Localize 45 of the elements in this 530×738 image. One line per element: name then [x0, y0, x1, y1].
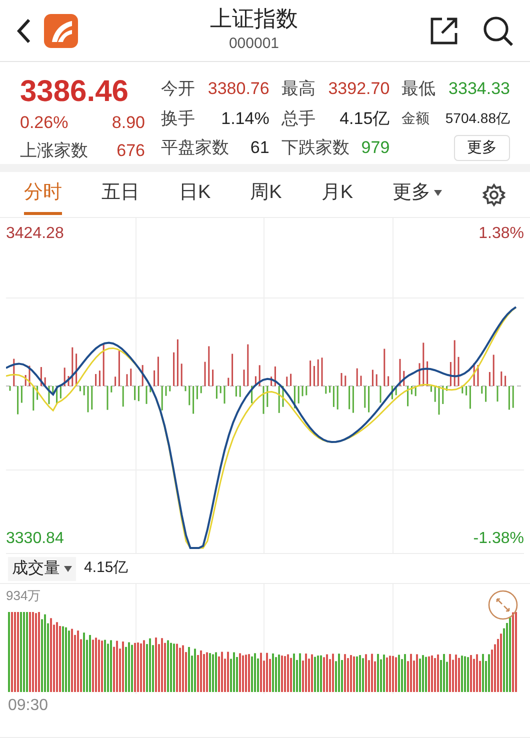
back-icon[interactable]	[16, 18, 32, 44]
stat-label: 最高	[281, 78, 316, 100]
stat-value: 3380.76	[208, 78, 270, 100]
search-icon[interactable]	[482, 14, 514, 46]
period-tab[interactable]: 分时	[24, 174, 62, 214]
more-button[interactable]: 更多	[454, 135, 510, 161]
dropdown-caret-icon	[64, 566, 72, 572]
dropdown-caret-icon	[434, 190, 442, 196]
stat-value: 1.14%	[221, 108, 270, 130]
period-tab[interactable]: 月K	[321, 174, 353, 214]
change-percent: 0.26%	[20, 112, 68, 134]
share-icon[interactable]	[430, 16, 458, 44]
change-amount: 8.90	[112, 112, 145, 134]
page-title: 上证指数	[210, 5, 298, 34]
stat-label: 上涨家数	[20, 140, 88, 162]
stat-value: 3334.33	[448, 78, 510, 100]
stat-value: 4.15亿	[340, 108, 390, 130]
volume-total: 4.15亿	[84, 558, 128, 578]
stat-value: 979	[361, 137, 390, 160]
app-logo-icon	[44, 14, 78, 48]
stat-value: 676	[116, 140, 145, 162]
stat-label: 今开	[161, 78, 195, 100]
period-tab[interactable]: 日K	[178, 174, 211, 214]
axis-high-price: 3424.28	[6, 224, 64, 244]
stat-value: 5704.88亿	[445, 108, 510, 128]
expand-icon[interactable]	[488, 590, 518, 620]
axis-high-percent: 1.38%	[478, 224, 524, 244]
settings-icon[interactable]	[482, 182, 506, 206]
index-code: 000001	[228, 34, 280, 54]
stat-label: 最低	[402, 78, 436, 100]
time-start-label: 09:30	[8, 697, 48, 714]
period-tab[interactable]: 周K	[250, 174, 282, 214]
stat-value: 61	[250, 137, 270, 160]
stat-label: 换手	[161, 108, 195, 130]
stat-label: 总手	[281, 108, 316, 130]
period-tab[interactable]: 更多	[392, 174, 442, 214]
axis-low-price: 3330.84	[6, 529, 64, 549]
stat-label: 下跌家数	[281, 137, 350, 160]
current-price: 3386.46	[20, 74, 130, 110]
axis-low-percent: -1.38%	[473, 529, 524, 549]
stat-label: 金额	[402, 108, 430, 128]
stat-label: 平盘家数	[161, 137, 229, 160]
period-tab[interactable]: 五日	[101, 174, 140, 214]
volume-selector[interactable]: 成交量	[8, 556, 76, 580]
stat-value: 3392.70	[328, 78, 390, 100]
